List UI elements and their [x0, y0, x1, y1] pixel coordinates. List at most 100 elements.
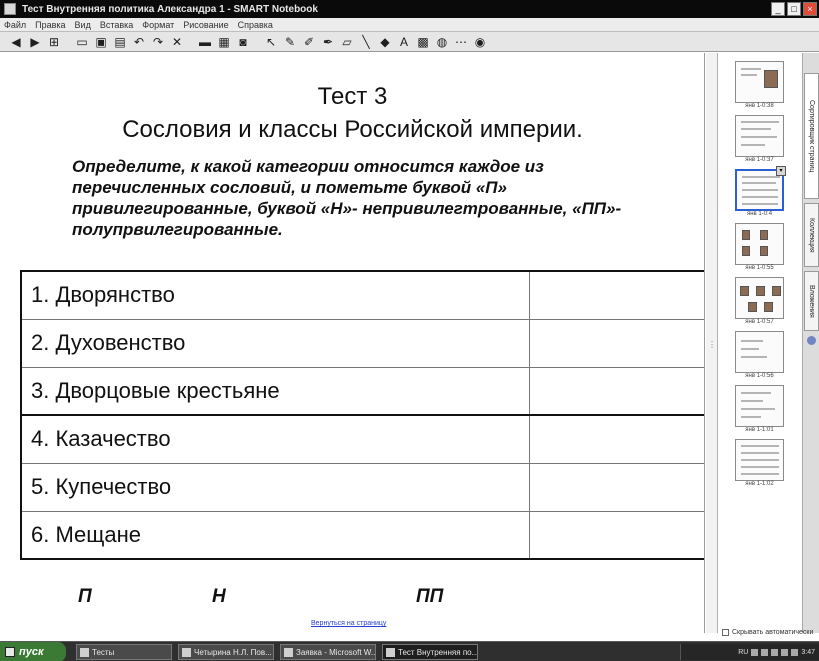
smart-notebook-window: Тест Внутренняя политика Александра 1 - …	[0, 0, 819, 661]
tray-icon[interactable]	[791, 648, 799, 656]
table-row: 1. Дворянство	[21, 270, 704, 319]
page-thumbnail-label: янв 1-0:56	[745, 373, 774, 379]
menu-insert[interactable]: Вставка	[100, 20, 133, 30]
answer-cell[interactable]	[528, 318, 704, 367]
line-icon[interactable]: ╲	[358, 34, 374, 50]
table-row: 5. Купечество	[21, 462, 704, 511]
taskbar-item-active[interactable]: Тест Внутренняя по...	[382, 644, 478, 660]
menu-draw[interactable]: Рисование	[183, 20, 228, 30]
add-page-icon[interactable]: ⊞	[46, 34, 62, 50]
resize-grip-icon[interactable]: ⋮	[708, 340, 716, 349]
legend-non-privileged[interactable]: Н	[212, 586, 226, 608]
answer-cell[interactable]	[528, 366, 704, 415]
estate-label: 6. Мещане	[21, 510, 529, 559]
language-indicator[interactable]: RU	[738, 649, 748, 656]
page-thumbnail-label: янв 1-0:55	[745, 265, 774, 271]
page-thumbnail-2[interactable]	[735, 115, 784, 157]
auto-hide-option[interactable]: Скрывать автоматически	[722, 627, 819, 638]
minimize-button[interactable]: _	[771, 2, 785, 16]
menu-file[interactable]: Файл	[4, 20, 26, 30]
page-thumbnail-label: янв 1-0:38	[745, 103, 774, 109]
toolbar-options-icon[interactable]: ⋯	[453, 34, 469, 50]
select-icon[interactable]: ↖	[263, 34, 279, 50]
title-bar: Тест Внутренняя политика Александра 1 - …	[0, 0, 819, 18]
menu-view[interactable]: Вид	[75, 20, 91, 30]
smart-notebook-icon	[386, 647, 395, 657]
creative-pen-icon[interactable]: ✒	[320, 34, 336, 50]
page-thumbnail-5[interactable]	[735, 277, 784, 319]
text-icon[interactable]: A	[396, 34, 412, 50]
taskbar-item[interactable]: Тесты	[76, 644, 172, 660]
next-page-icon[interactable]: ▶	[27, 34, 43, 50]
taskbar-item[interactable]: Заявка - Microsoft W...	[280, 644, 376, 660]
slide-canvas[interactable]: Тест 3 Сословия и классы Российской импе…	[0, 53, 705, 633]
tab-gallery[interactable]: Коллекция	[804, 203, 819, 267]
answer-cell[interactable]	[528, 462, 704, 511]
page-thumbnail-label: янв 1-0:37	[745, 157, 774, 163]
tray-icon[interactable]	[751, 648, 759, 656]
page-thumbnail-7[interactable]	[735, 385, 784, 427]
main-toolbar: ◀ ▶ ⊞ ▭ ▣ ▤ ↶ ↷ ✕ ▬ ▦ ◙ ↖ ✎ ✐ ✒ ▱ ╲ ◆ A …	[0, 32, 819, 52]
help-icon[interactable]: ◉	[472, 34, 488, 50]
table-row: 2. Духовенство	[21, 318, 704, 367]
folder-icon	[80, 647, 89, 657]
taskbar-item[interactable]: Четырина Н.Л. Пов...	[178, 644, 274, 660]
shapes-icon[interactable]: ◆	[377, 34, 393, 50]
legend-semi-privileged[interactable]: ПП	[416, 586, 443, 608]
estate-label: 1. Дворянство	[21, 270, 529, 319]
open-icon[interactable]: ▭	[74, 34, 90, 50]
page-thumbnail-8[interactable]	[735, 439, 784, 481]
menu-format[interactable]: Формат	[142, 20, 174, 30]
paste-icon[interactable]: ▤	[112, 34, 128, 50]
slide-instructions: Определите, к какой категории относится …	[72, 157, 622, 239]
word-icon	[284, 647, 293, 657]
estate-label: 3. Дворцовые крестьяне	[21, 366, 529, 415]
slide-title: Тест 3	[317, 83, 388, 110]
clock[interactable]: 3:47	[801, 649, 815, 656]
answer-cell[interactable]	[528, 510, 704, 559]
smart-notebook-app-icon	[4, 3, 16, 15]
pen-icon[interactable]: ✎	[282, 34, 298, 50]
menu-edit[interactable]: Правка	[35, 20, 65, 30]
capture-icon[interactable]: ◙	[235, 34, 251, 50]
eraser-icon[interactable]: ▱	[339, 34, 355, 50]
windows-logo-icon	[5, 647, 15, 657]
save-icon[interactable]: ▣	[93, 34, 109, 50]
delete-icon[interactable]: ✕	[169, 34, 185, 50]
estate-label: 4. Казачество	[21, 414, 529, 463]
return-to-page-link[interactable]: Вернуться на страницу	[311, 620, 386, 627]
page-thumbnail-label: янв 1-1:02	[745, 481, 774, 487]
prev-page-icon[interactable]: ◀	[8, 34, 24, 50]
page-thumbnail-label: янв 1-0:4	[746, 211, 773, 217]
undo-icon[interactable]: ↶	[131, 34, 147, 50]
slide-subtitle: Сословия и классы Российской империи.	[122, 116, 583, 143]
page-thumbnail-4[interactable]	[735, 223, 784, 265]
answer-cell[interactable]	[528, 414, 704, 463]
system-tray: RU 3:47	[680, 644, 819, 660]
answer-cell[interactable]	[528, 270, 704, 319]
close-button[interactable]: ×	[803, 2, 817, 16]
full-screen-icon[interactable]: ▦	[216, 34, 232, 50]
tray-icon[interactable]	[771, 648, 779, 656]
maximize-button[interactable]: □	[787, 2, 801, 16]
table-row: 3. Дворцовые крестьяне	[21, 366, 704, 415]
redo-icon[interactable]: ↷	[150, 34, 166, 50]
panel-resize-strip[interactable]: ⋮	[706, 53, 718, 633]
screen-shade-icon[interactable]: ▬	[197, 34, 213, 50]
highlighter-icon[interactable]: ✐	[301, 34, 317, 50]
tab-attachments[interactable]: Вложения	[804, 271, 819, 331]
thumbnail-menu-icon[interactable]: ▾	[776, 166, 786, 176]
auto-hide-checkbox[interactable]	[722, 629, 729, 636]
menu-help[interactable]: Справка	[238, 20, 273, 30]
page-thumbnail-6[interactable]	[735, 331, 784, 373]
fill-icon[interactable]: ▩	[415, 34, 431, 50]
page-sorter: янв 1-0:38 янв 1-0:37 янв 1-0:4 янв 1-0:…	[719, 53, 802, 633]
page-thumbnail-1[interactable]	[735, 61, 784, 103]
tab-page-sorter[interactable]: Сортировщик страниц	[804, 73, 819, 199]
legend-privileged[interactable]: П	[78, 586, 92, 608]
properties-icon[interactable]	[807, 336, 816, 345]
table-icon[interactable]: ◍	[434, 34, 450, 50]
tray-icon[interactable]	[761, 648, 769, 656]
start-button[interactable]: пуск	[0, 642, 66, 661]
tray-icon[interactable]	[781, 648, 789, 656]
